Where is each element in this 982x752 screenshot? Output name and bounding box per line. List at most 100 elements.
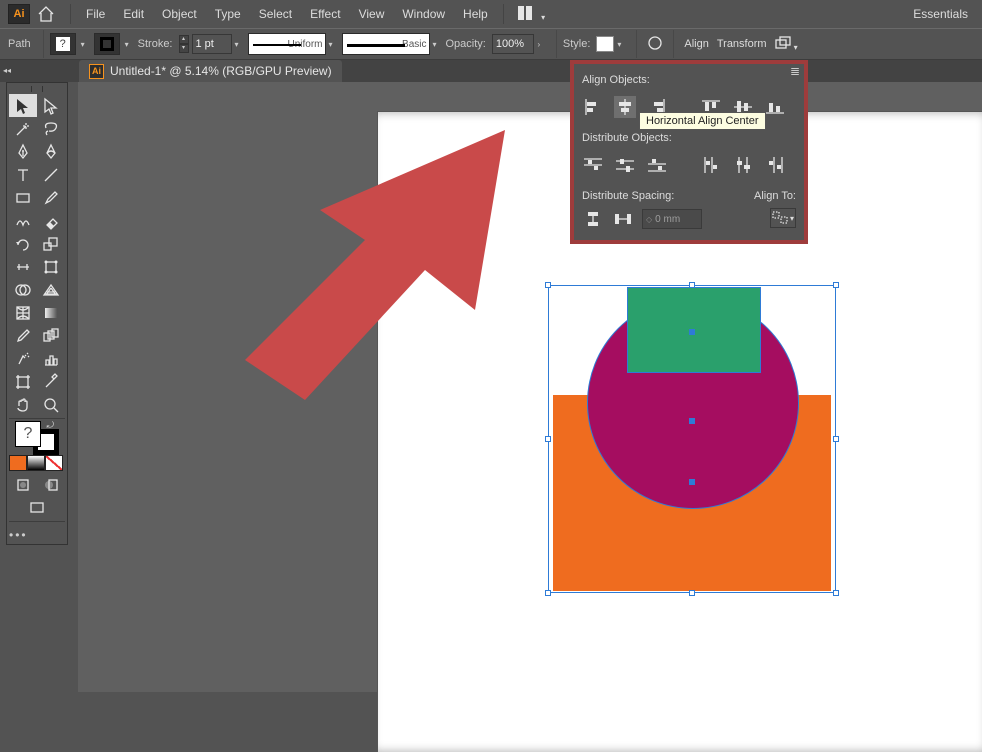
collapse-toolbar-icon[interactable]: ◂◂ [3,66,19,82]
gradient-mode-swatch[interactable] [27,455,45,471]
opacity-field[interactable] [492,34,534,54]
rotate-tool[interactable] [9,232,37,255]
vspacing-button[interactable] [582,208,604,230]
gradient-tool[interactable] [37,301,65,324]
width-tool[interactable] [9,255,37,278]
document-tabstrip: ◂◂ Ai Untitled-1* @ 5.14% (RGB/GPU Previ… [0,60,982,82]
screen-mode[interactable] [9,496,65,519]
menu-effect[interactable]: Effect [301,5,349,23]
distribute-vcenter-button[interactable] [614,154,636,176]
menu-view[interactable]: View [350,5,394,23]
tooltip: Horizontal Align Center [639,112,766,130]
fill-stroke-colorbox[interactable]: ⤾ ? [9,421,65,453]
menu-type[interactable]: Type [206,5,250,23]
align-panel: ≣ Align Objects: Horizontal Align Center… [570,60,808,244]
divider [556,30,557,58]
canvas-viewport[interactable] [78,82,982,692]
magic-wand-tool[interactable] [9,117,37,140]
divider [503,4,504,24]
slice-tool[interactable] [37,370,65,393]
home-icon[interactable] [36,4,56,24]
stroke-weight-stepper[interactable]: ▴▾ [179,35,189,53]
stroke-profile-uniform[interactable]: Uniform [248,33,326,55]
hspacing-button[interactable] [612,208,634,230]
document-tab-title: Untitled-1* @ 5.14% (RGB/GPU Preview) [110,64,332,78]
column-graph-tool[interactable] [37,347,65,370]
align-objects-label: Align Objects: [582,74,796,86]
chevron-down-icon[interactable]: ▾ [122,40,132,49]
panel-menu-icon[interactable]: ≣ [790,64,800,78]
zoom-tool[interactable] [37,393,65,416]
rectangle-tool[interactable] [9,186,37,209]
menu-window[interactable]: Window [393,5,454,23]
distribute-right-button[interactable] [764,154,786,176]
artboard-tool[interactable] [9,370,37,393]
hand-tool[interactable] [9,393,37,416]
perspective-grid-tool[interactable] [37,278,65,301]
stroke-label: Stroke: [138,38,173,50]
paintbrush-tool[interactable] [37,186,65,209]
pen-tool[interactable] [9,140,37,163]
document-tab[interactable]: Ai Untitled-1* @ 5.14% (RGB/GPU Preview) [79,60,342,82]
scale-tool[interactable] [37,232,65,255]
distribute-spacing-label: Distribute Spacing: [582,190,702,202]
align-button[interactable]: Align [680,38,712,50]
chevron-down-icon[interactable]: ▾ [430,40,440,49]
type-tool[interactable] [9,163,37,186]
chevron-down-icon[interactable]: ▾ [614,40,624,49]
doc-layout-icon[interactable]: ▾ [518,6,545,23]
recolor-icon[interactable] [643,35,667,54]
divider [70,4,71,24]
toolbox-grip-icon[interactable] [31,86,43,92]
drawmode-behind[interactable] [37,473,65,496]
align-hcenter-button[interactable] [614,96,636,118]
menu-select[interactable]: Select [250,5,301,23]
selection-tool[interactable] [9,94,37,117]
chevron-down-icon[interactable]: ▾ [326,40,336,49]
eraser-tool[interactable] [37,209,65,232]
distribute-left-button[interactable] [700,154,722,176]
transform-button[interactable]: Transform [713,38,771,50]
blend-tool[interactable] [37,324,65,347]
brush-definition[interactable]: Basic [342,33,430,55]
none-mode-swatch[interactable] [45,455,63,471]
mesh-tool[interactable] [9,301,37,324]
lasso-tool[interactable] [37,117,65,140]
stroke-weight-field[interactable] [192,34,232,54]
eyedropper-tool[interactable] [9,324,37,347]
menu-edit[interactable]: Edit [114,5,153,23]
stroke-swatch[interactable] [94,33,120,55]
free-transform-tool[interactable] [37,255,65,278]
chevron-down-icon[interactable]: ▾ [78,40,88,49]
line-tool[interactable] [37,163,65,186]
edit-toolbar-icon[interactable]: ••• [9,528,28,542]
symbol-sprayer-tool[interactable] [9,347,37,370]
menu-help[interactable]: Help [454,5,497,23]
app-logo-icon[interactable]: Ai [8,4,30,24]
chevron-down-icon[interactable]: ▾ [232,40,242,49]
distribute-top-button[interactable] [582,154,604,176]
shape-builder-tool[interactable] [9,278,37,301]
align-to-selection-button[interactable]: ▾ [770,208,796,228]
color-mode-swatch[interactable] [9,455,27,471]
curvature-tool[interactable] [37,140,65,163]
align-left-button[interactable] [582,96,604,118]
fill-swatch[interactable]: ? [50,33,76,55]
spacing-value-field[interactable]: ◇ 0 mm [642,209,702,229]
distribute-hcenter-button[interactable] [732,154,754,176]
chevron-right-icon[interactable]: › [534,40,544,49]
workspace-switcher[interactable]: Essentials [907,3,974,25]
shaper-tool[interactable] [9,209,37,232]
align-to-label: Align To: [754,190,796,202]
menu-file[interactable]: File [77,5,114,23]
direct-selection-tool[interactable] [37,94,65,117]
selection-mode: Path [8,38,31,50]
graphic-style-swatch[interactable] [596,36,614,52]
isolate-icon[interactable]: ▾ [771,36,802,53]
align-bottom-button[interactable] [764,96,786,118]
drawmode-normal[interactable] [9,473,37,496]
distribute-bottom-button[interactable] [646,154,668,176]
selection-bounds [548,285,836,593]
toolbox: ⤾ ? ••• [6,82,68,545]
menu-object[interactable]: Object [153,5,206,23]
